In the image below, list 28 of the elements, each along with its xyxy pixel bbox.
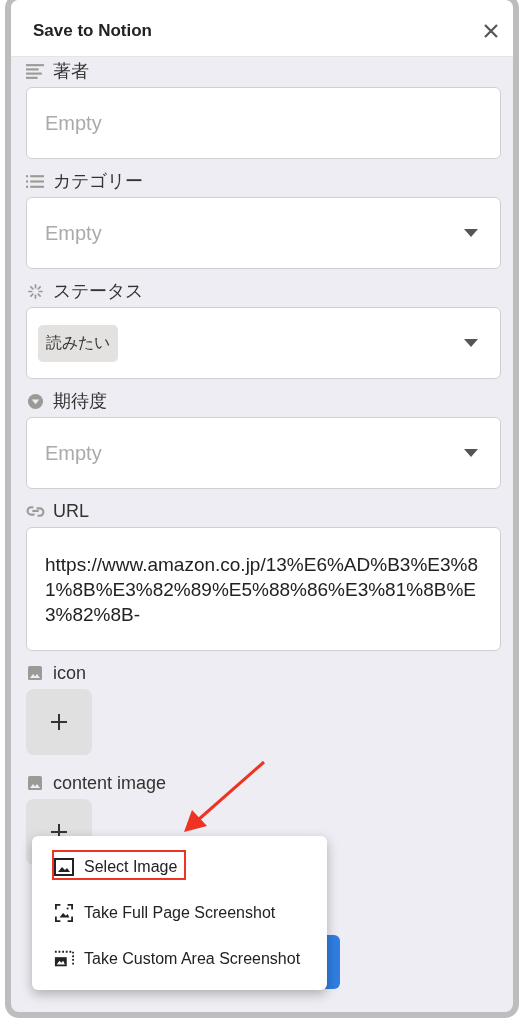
menu-item[interactable]: Take Custom Area Screenshot <box>32 936 327 982</box>
list-icon <box>26 172 45 190</box>
menu-item[interactable]: Take Full Page Screenshot <box>32 890 327 936</box>
field-label: カテゴリー <box>53 170 143 193</box>
window-title: Save to Notion <box>33 21 152 41</box>
image-icon <box>54 858 74 876</box>
dropdown-caret-icon <box>464 339 478 347</box>
area-screenshot-icon <box>54 950 74 968</box>
field-label: 期待度 <box>53 390 107 413</box>
field-label: URL <box>53 500 89 522</box>
select-field[interactable]: 読みたい <box>26 307 501 379</box>
dropdown-circle-icon <box>26 392 45 410</box>
image-icon <box>28 776 42 790</box>
url-field[interactable]: https://www.amazon.co.jp/13%E6%AD%B3%E3%81%8B%E3%82%89%E5%88%86%E3%81%8B%E3%82%8B- <box>26 527 501 651</box>
text-icon <box>26 62 45 80</box>
dropdown-caret-icon <box>464 449 478 457</box>
menu-item[interactable]: Select Image <box>32 844 327 890</box>
spinner-icon <box>26 282 45 300</box>
field-label: content image <box>53 772 167 794</box>
screenshot-icon <box>54 904 74 922</box>
field-label: icon <box>53 662 87 684</box>
status-tag: 読みたい <box>38 324 118 362</box>
plus-icon <box>50 713 68 731</box>
image-icon <box>28 666 42 680</box>
field-label: ステータス <box>53 280 143 303</box>
dropdown-caret-icon <box>464 229 478 237</box>
close-icon[interactable] <box>483 23 499 39</box>
field-label: 著者 <box>53 60 89 83</box>
